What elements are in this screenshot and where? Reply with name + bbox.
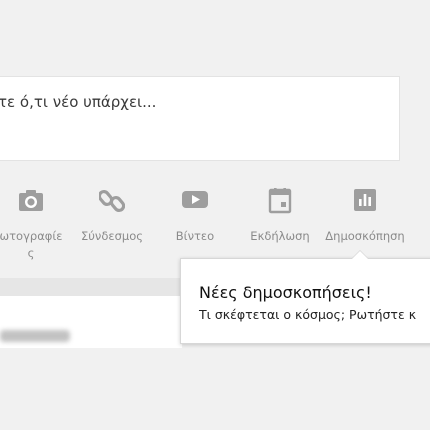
action-link-label: Σύνδεσμος xyxy=(81,229,143,243)
action-photo-label: ωτογραφίε ς xyxy=(0,229,63,260)
tooltip-body: Τι σκέφτεται ο κόσμος; Ρωτήστε κ xyxy=(199,307,417,322)
feed-divider xyxy=(0,278,182,296)
new-polls-tooltip: Νέες δημοσκοπήσεις! Τι σκέφτεται ο κόσμο… xyxy=(180,250,430,344)
poll-chart-icon xyxy=(353,188,377,216)
action-photo[interactable]: ωτογραφίε ς xyxy=(0,180,74,270)
link-icon xyxy=(97,188,126,218)
action-event[interactable]: Εκδήλωση xyxy=(242,180,318,250)
action-video-label: Βίντεο xyxy=(175,229,215,243)
post-input[interactable]: τε ό,τι νέο υπάρχει... xyxy=(0,93,156,111)
post-composer-card[interactable]: τε ό,τι νέο υπάρχει... xyxy=(0,76,400,161)
video-play-icon xyxy=(181,188,209,214)
blurred-author-name xyxy=(0,330,70,342)
action-poll[interactable]: Δημοσκόπηση xyxy=(320,180,410,250)
action-event-label: Εκδήλωση xyxy=(250,229,310,243)
action-poll-label: Δημοσκόπηση xyxy=(325,229,405,243)
tooltip-arrow-fill xyxy=(352,251,368,259)
action-video[interactable]: Βίντεο xyxy=(164,180,226,250)
action-link[interactable]: Σύνδεσμος xyxy=(74,180,150,250)
calendar-icon xyxy=(268,188,292,218)
tooltip-title: Νέες δημοσκοπήσεις! xyxy=(199,283,372,302)
camera-icon xyxy=(18,188,44,216)
feed-post-card[interactable] xyxy=(0,296,182,348)
